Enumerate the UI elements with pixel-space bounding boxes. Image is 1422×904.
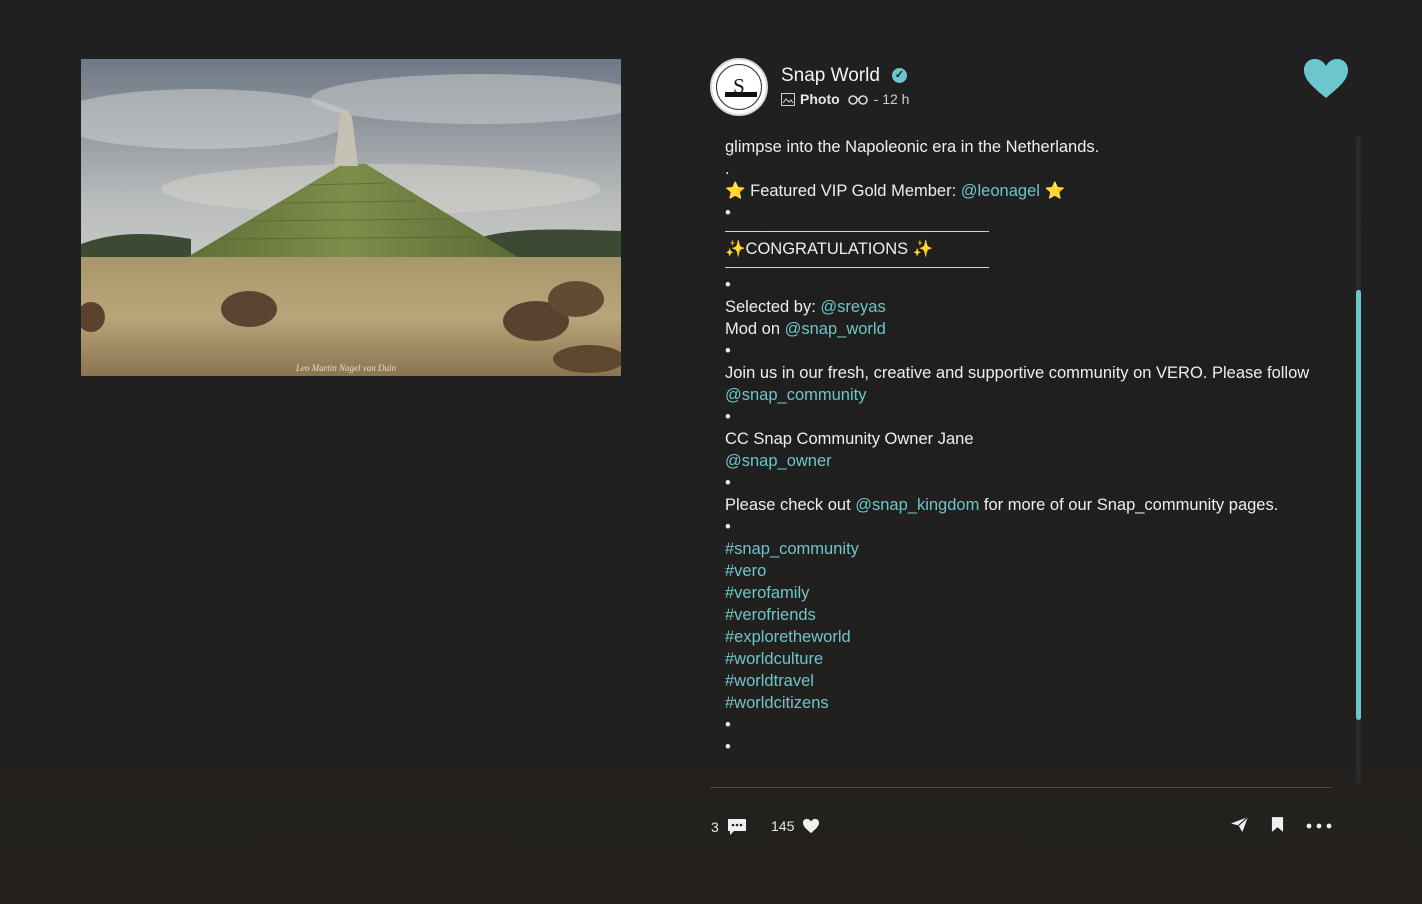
likes-button[interactable]: 145 (771, 818, 820, 834)
featured-suffix: ⭐ (1039, 182, 1066, 200)
hashtag-link[interactable]: #snap_community (725, 538, 1315, 560)
divider-line (725, 267, 989, 268)
congrats-line: ✨CONGRATULATIONS ✨ (725, 240, 934, 258)
hashtag-link[interactable]: #worldculture (725, 648, 1315, 670)
share-icon[interactable] (1230, 816, 1249, 833)
mention-link[interactable]: @snap_owner (725, 452, 832, 470)
like-icon (803, 818, 820, 834)
divider-line (725, 231, 989, 232)
mention-link[interactable]: @snap_world (785, 320, 886, 338)
scrollbar-thumb[interactable] (1356, 290, 1361, 720)
caption-intro: glimpse into the Napoleonic era in the N… (725, 138, 1100, 156)
post-caption: glimpse into the Napoleonic era in the N… (725, 136, 1315, 786)
comments-button[interactable]: 3 (711, 818, 747, 836)
featured-line: ⭐ Featured VIP Gold Member: @leonagel ⭐ (725, 180, 1315, 202)
time-ago: - 12 h (873, 91, 910, 107)
mention-link[interactable]: @leonagel (961, 182, 1040, 200)
bullet: • (725, 518, 731, 536)
check-suffix: for more of our Snap_community pages. (979, 496, 1279, 514)
hashtag-link[interactable]: #worldcitizens (725, 692, 1315, 714)
bullet: • (725, 474, 731, 492)
avatar-band (725, 92, 757, 97)
mention-link[interactable]: @snap_kingdom (855, 496, 979, 514)
selected-prefix: Selected by: (725, 298, 821, 316)
owner-line: CC Snap Community Owner Jane (725, 430, 974, 448)
binoculars-icon (847, 95, 868, 105)
mod-line: Mod on @snap_world (725, 318, 1315, 340)
bullet: • (725, 276, 731, 294)
bullet: • (725, 204, 731, 222)
footer-divider (710, 787, 1331, 788)
post-type: Photo (800, 91, 840, 107)
caption-dot: . (725, 160, 730, 178)
post-photo[interactable]: Leo Martin Nagel van Duin (81, 59, 621, 376)
post-header: S Snap World ✓ Photo - 12 h (710, 58, 1350, 118)
avatar-letter: S (716, 64, 762, 110)
mention-link[interactable]: @snap_community (725, 386, 866, 404)
comment-icon (727, 819, 746, 835)
more-icon[interactable] (1306, 823, 1332, 829)
post-footer: 3 145 (710, 812, 1335, 842)
join-line: Join us in our fresh, creative and suppo… (725, 362, 1315, 406)
hashtag-link[interactable]: #vero (725, 560, 1315, 582)
bullet: • (725, 342, 731, 360)
mod-prefix: Mod on (725, 320, 785, 338)
owner-mention-line: @snap_owner (725, 450, 1315, 472)
avatar[interactable]: S (710, 58, 768, 116)
verified-icon: ✓ (892, 68, 907, 83)
hashtag-link[interactable]: #worldtravel (725, 670, 1315, 692)
account-name[interactable]: Snap World (781, 65, 880, 87)
like-count: 145 (771, 818, 795, 834)
post-meta: Photo - 12 h (781, 91, 909, 107)
comment-count: 3 (711, 819, 719, 835)
bullet: • (725, 738, 731, 756)
hashtag-link[interactable]: #verofriends (725, 604, 1315, 626)
photo-type-icon (781, 92, 795, 106)
photo-watermark: Leo Martin Nagel van Duin (295, 363, 396, 373)
bullet: • (725, 716, 731, 734)
featured-prefix: ⭐ Featured VIP Gold Member: (725, 182, 961, 200)
hashtag-link[interactable]: #verofamily (725, 582, 1315, 604)
bookmark-icon[interactable] (1271, 816, 1284, 833)
join-text: Join us in our fresh, creative and suppo… (725, 364, 1310, 382)
mention-link[interactable]: @sreyas (820, 298, 885, 316)
check-prefix: Please check out (725, 496, 856, 514)
heart-icon[interactable] (1303, 58, 1349, 100)
selected-line: Selected by: @sreyas (725, 296, 1315, 318)
hashtag-link[interactable]: #exploretheworld (725, 626, 1315, 648)
bullet: • (725, 408, 731, 426)
check-line: Please check out @snap_kingdom for more … (725, 494, 1315, 516)
